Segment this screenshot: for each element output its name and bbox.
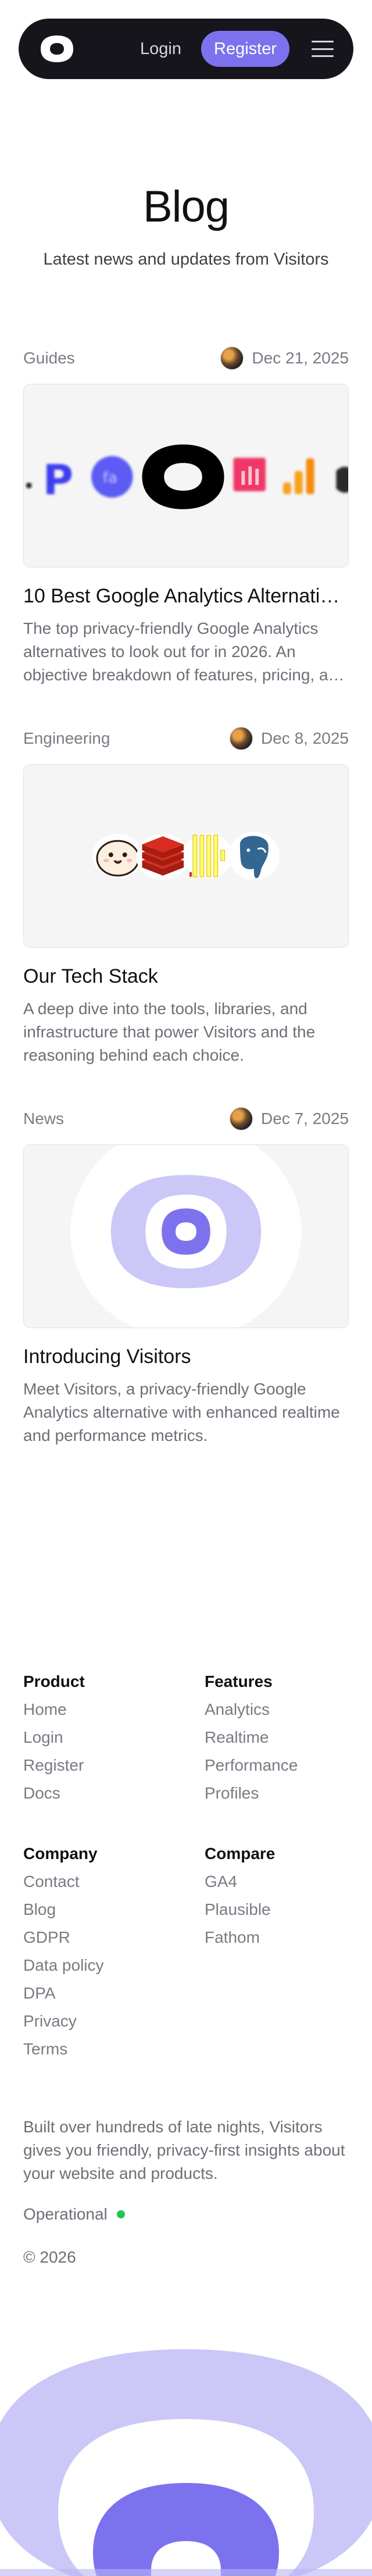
bun-logo-icon (92, 834, 144, 878)
footer-company-column: Company Contact Blog GDPR Data policy DP… (23, 1840, 174, 2063)
footer-features-column: Features Analytics Realtime Performance … (205, 1668, 356, 1807)
footer-link-data-policy[interactable]: Data policy (23, 1951, 174, 1979)
system-status[interactable]: Operational (23, 2205, 125, 2224)
author-avatar (220, 347, 244, 370)
footer-link-analytics[interactable]: Analytics (205, 1696, 356, 1724)
post-meta: News Dec 7, 2025 (23, 1106, 349, 1132)
footer-link-ga4[interactable]: GA4 (205, 1868, 356, 1896)
footer-decorative-logo (0, 2320, 372, 2576)
redis-logo-icon (136, 834, 189, 880)
post-author-date: Dec 21, 2025 (220, 347, 349, 370)
status-label: Operational (23, 2205, 108, 2223)
register-button[interactable]: Register (201, 31, 289, 67)
top-navbar: Login Register (19, 19, 353, 79)
footer-link-blog[interactable]: Blog (23, 1896, 174, 1924)
footer-tagline: Built over hundreds of late nights, Visi… (23, 2118, 345, 2182)
post-cover-image[interactable] (23, 1144, 349, 1328)
post-cover-image[interactable] (23, 764, 349, 948)
post-meta: Engineering Dec 8, 2025 (23, 726, 349, 751)
menu-bar (312, 55, 334, 57)
author-avatar (230, 727, 253, 750)
page-subtitle: Latest news and updates from Visitors (43, 250, 329, 269)
footer-compare-column: Compare GA4 Plausible Fathom (205, 1840, 356, 1951)
post-date: Dec 7, 2025 (261, 1109, 349, 1128)
post-title[interactable]: Our Tech Stack (23, 965, 349, 988)
author-avatar (230, 1107, 253, 1130)
post-excerpt: Meet Visitors, a privacy-friendly Google… (23, 1380, 340, 1444)
footer-link-performance[interactable]: Performance (205, 1751, 356, 1779)
footer-link-register[interactable]: Register (23, 1751, 174, 1779)
menu-bar (312, 41, 334, 42)
post-date: Dec 21, 2025 (252, 349, 349, 367)
footer-heading: Compare (205, 1844, 276, 1863)
post-excerpt: The top privacy-friendly Google Analytic… (23, 619, 346, 684)
footer-link-privacy[interactable]: Privacy (23, 2007, 174, 2035)
blog-post-card[interactable]: News Dec 7, 2025 Introducing Visitors Me… (23, 1106, 349, 1447)
nav-actions: Login Register (140, 31, 334, 67)
footer-link-fathom[interactable]: Fathom (205, 1924, 356, 1951)
copyright: © 2026 (23, 2248, 76, 2266)
footer-product-column: Product Home Login Register Docs (23, 1668, 174, 1807)
status-indicator-icon (116, 2210, 125, 2218)
post-author-date: Dec 8, 2025 (230, 727, 349, 750)
post-category[interactable]: News (23, 1109, 64, 1128)
post-date: Dec 8, 2025 (261, 729, 349, 747)
footer-heading: Product (23, 1672, 85, 1690)
footer-link-realtime[interactable]: Realtime (205, 1724, 356, 1751)
home-logo-link[interactable] (40, 34, 74, 63)
post-category[interactable]: Guides (23, 349, 75, 368)
footer-link-plausible[interactable]: Plausible (205, 1896, 356, 1924)
login-link[interactable]: Login (140, 40, 181, 59)
svg-text:fa: fa (103, 469, 117, 487)
footer-link-docs[interactable]: Docs (23, 1779, 174, 1807)
postgresql-logo-icon (228, 832, 280, 880)
footer-link-gdpr[interactable]: GDPR (23, 1924, 174, 1951)
menu-bar (312, 48, 334, 50)
clickhouse-logo-icon (184, 833, 233, 879)
post-cover-image[interactable]: P fa (23, 384, 349, 568)
footer-heading: Features (205, 1672, 273, 1690)
visitors-logo-image (70, 1145, 302, 1328)
blog-post-card[interactable]: Engineering Dec 8, 2025 Our Tech Stack A… (23, 726, 349, 1067)
post-title[interactable]: Introducing Visitors (23, 1346, 349, 1368)
post-title[interactable]: 10 Best Google Analytics Alternatives in… (23, 585, 349, 608)
visitors-logo-icon (0, 2349, 372, 2576)
visitors-logo-icon (41, 35, 73, 62)
footer-link-contact[interactable]: Contact (23, 1868, 174, 1896)
post-excerpt: A deep dive into the tools, libraries, a… (23, 1000, 316, 1064)
svg-text:P: P (43, 456, 73, 504)
post-category[interactable]: Engineering (23, 729, 110, 748)
footer-link-login[interactable]: Login (23, 1724, 174, 1751)
post-author-date: Dec 7, 2025 (230, 1107, 349, 1130)
footer-link-profiles[interactable]: Profiles (205, 1779, 356, 1807)
page-title: Blog (142, 182, 230, 231)
post-meta: Guides Dec 21, 2025 (23, 345, 349, 371)
blog-post-card[interactable]: Guides Dec 21, 2025 P fa 10 Best Google … (23, 345, 349, 687)
hamburger-menu-icon[interactable] (312, 41, 334, 57)
footer-heading: Company (23, 1844, 98, 1863)
footer-link-home[interactable]: Home (23, 1696, 174, 1724)
footer-link-dpa[interactable]: DPA (23, 1979, 174, 2007)
analytics-tools-logos-image: P fa (26, 444, 348, 509)
tech-stack-logos-image (92, 832, 280, 880)
footer-link-terms[interactable]: Terms (23, 2035, 174, 2063)
